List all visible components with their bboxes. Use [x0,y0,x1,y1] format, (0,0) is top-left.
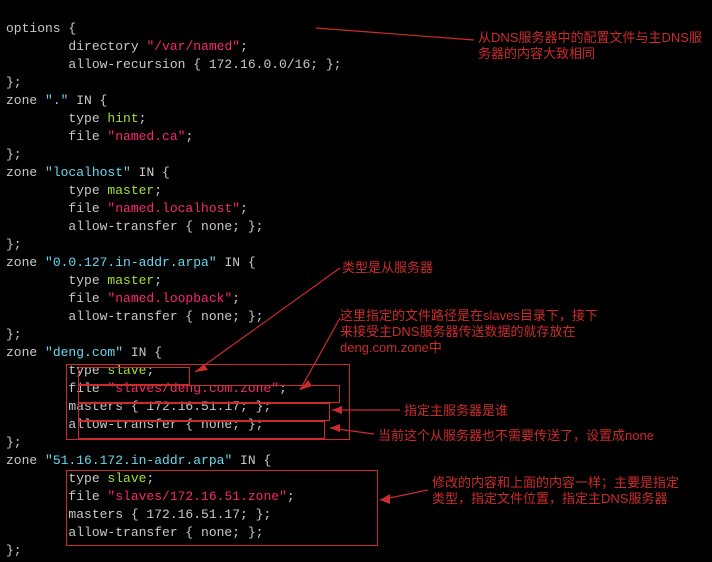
type-slave-1: slave [107,363,146,378]
file-slaves-51: "slaves/172.16.51.zone" [107,489,286,504]
annotation-allow-transfer: 当前这个从服务器也不需要传送了，设置成none [378,428,698,444]
str-var-named: "/var/named" [146,39,240,54]
line-directory: directory [6,39,139,54]
annotation-type-slave: 类型是从服务器 [342,260,433,276]
zone-root-a: zone [6,93,45,108]
zone-51-name: "51.16.172.in-addr.arpa" [45,453,232,468]
annotation-file-path: 这里指定的文件路径是在slaves目录下，接下来接受主DNS服务器传送数据的就存… [340,308,600,356]
line-allow-recursion: allow-recursion { 172.16.0.0/16; }; [6,57,341,72]
type-slave-2: slave [107,471,146,486]
type-master-1: master [107,183,154,198]
annotation-bottom: 修改的内容和上面的内容一样；主要是指定类型，指定文件位置，指定主DNS服务器 [432,475,682,507]
file-slaves-deng: "slaves/deng.com.zone" [107,381,279,396]
line-options-open: options { [6,21,76,36]
zone-root-name: "." [45,93,68,108]
zone-localhost-name: "localhost" [45,165,131,180]
file-named-ca: "named.ca" [107,129,185,144]
annotation-top: 从DNS服务器中的配置文件与主DNS服务器的内容大致相同 [478,30,703,62]
line-close-1: }; [6,75,22,90]
file-named-loopback: "named.loopback" [107,291,232,306]
annotation-masters: 指定主服务器是谁 [404,403,508,419]
file-named-localhost: "named.localhost" [107,201,240,216]
zone-127-name: "0.0.127.in-addr.arpa" [45,255,217,270]
zone-deng-name: "deng.com" [45,345,123,360]
type-master-2: master [107,273,154,288]
type-hint: hint [107,111,138,126]
